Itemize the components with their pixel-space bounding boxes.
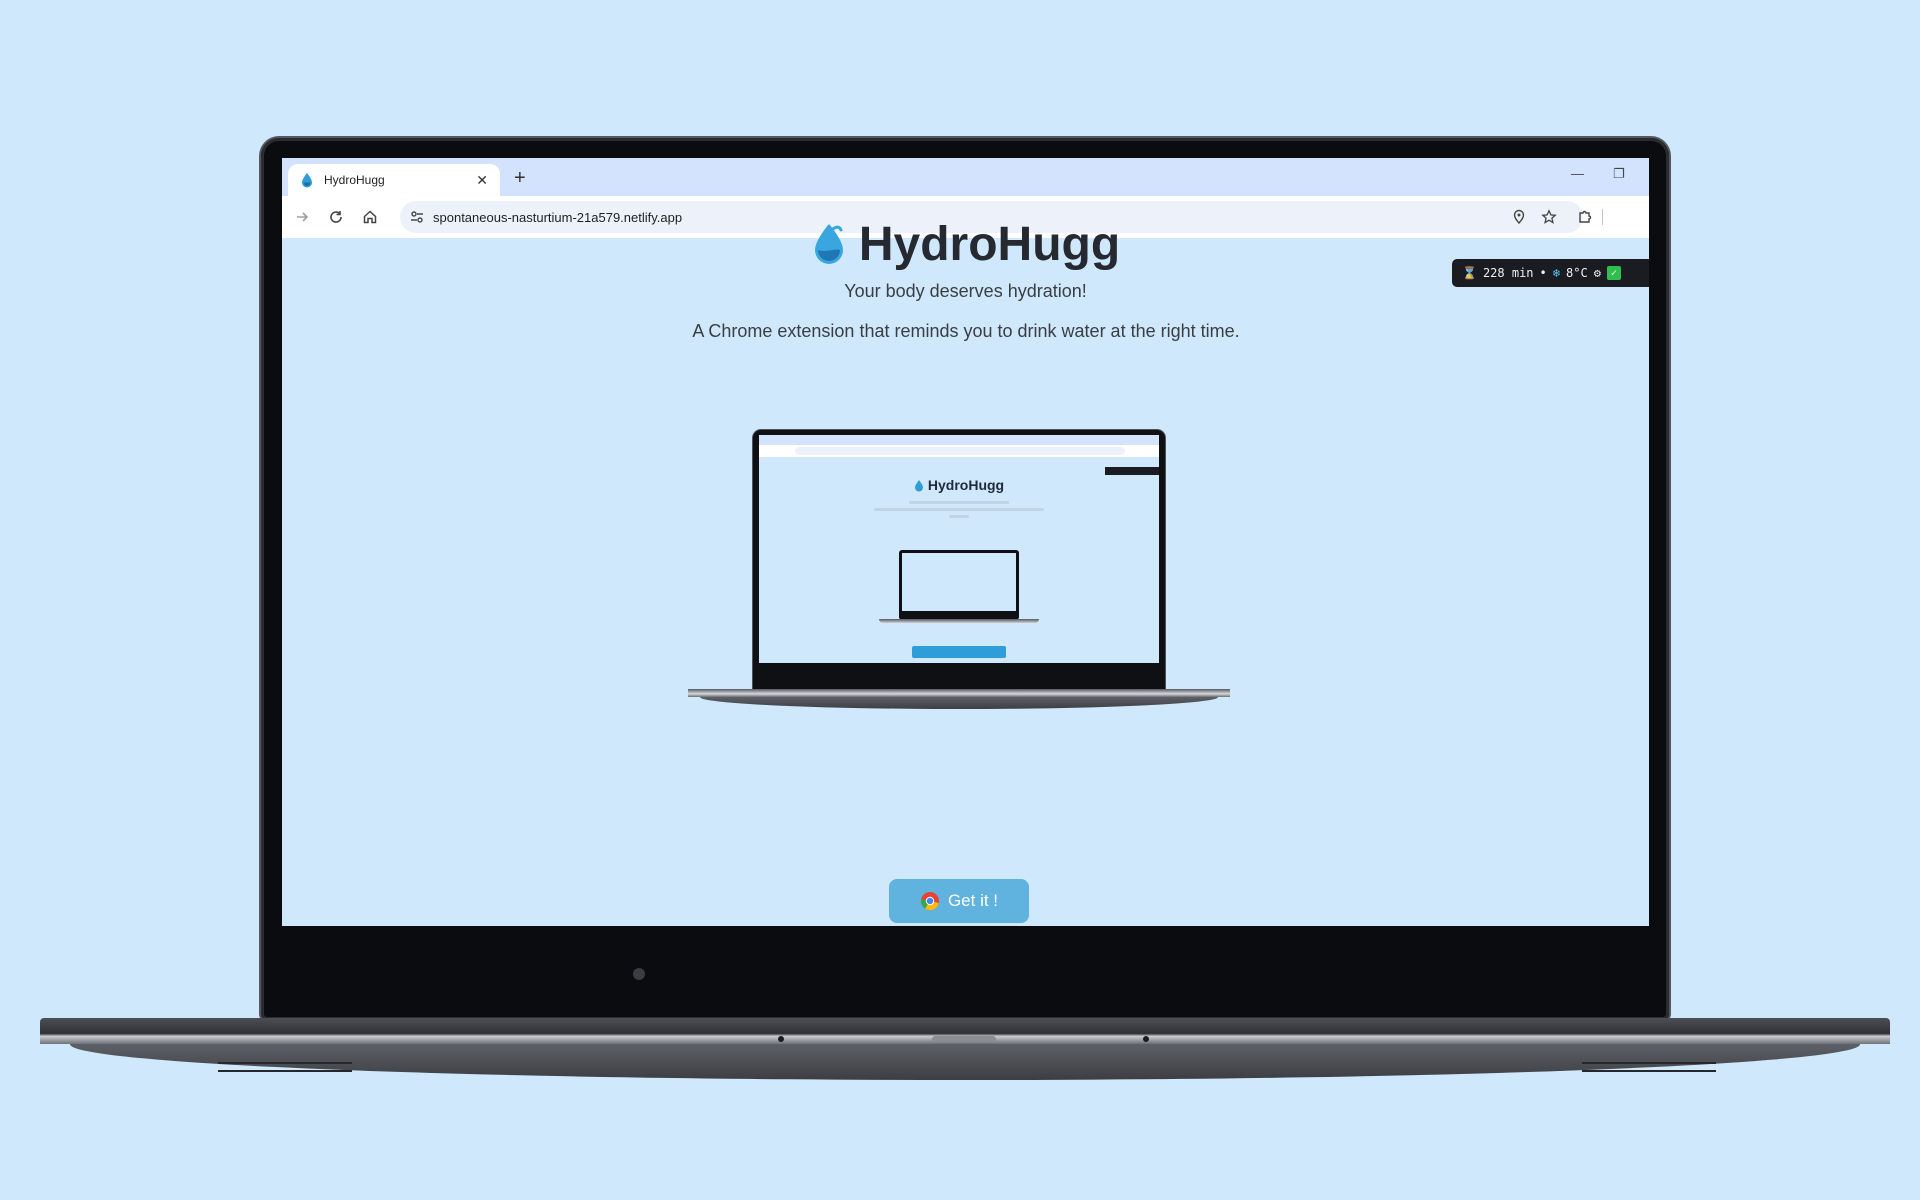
preview-tab-bar [759,435,1159,445]
new-tab-button[interactable]: + [514,167,526,190]
get-it-label: Get it ! [947,891,999,910]
base-dot-left [778,1036,784,1042]
water-drop-icon [302,173,312,188]
hinge-notch [932,1036,996,1042]
get-it-button[interactable]: Get it ! [889,879,1029,923]
chrome-icon [920,892,939,911]
preview-text-line [949,515,969,518]
minimize-icon[interactable]: — [1571,166,1584,181]
page-title: HydroHugg [858,217,1121,271]
preview-inner-screen [902,553,1016,611]
preview-screenshot: HydroHugg [759,435,1159,663]
water-drop-icon [914,479,923,491]
preview-text-line [909,501,1009,504]
restore-icon[interactable]: ❐ [1613,166,1625,182]
vent-right [1582,1062,1716,1072]
preview-address-bar [795,447,1125,455]
webcam-icon [633,968,645,980]
tab-hydrohugg[interactable]: HydroHugg ✕ [288,164,500,196]
preview-cta-button [912,646,1006,658]
water-drop-icon [814,224,843,264]
preview-title: HydroHugg [927,477,1005,493]
preview-inner-base [879,619,1039,623]
preview-extension-widget [1105,467,1159,475]
preview-laptop-foot [700,697,1218,709]
preview-toolbar [759,445,1159,457]
hero-header: HydroHugg [282,216,1649,272]
tab-bar: HydroHugg ✕ + — ❐ [282,158,1649,196]
vent-left [218,1062,352,1072]
preview-laptop-base [688,689,1230,697]
base-dot-right [1143,1036,1149,1042]
page-description: A Chrome extension that reminds you to d… [692,321,1240,341]
close-tab-icon[interactable]: ✕ [476,172,488,189]
page-subtitle: Your body deserves hydration! [844,281,1087,301]
browser-window: HydroHugg ✕ + — ❐ spontaneous-nasturtium… [282,158,1649,926]
preview-header: HydroHugg [759,477,1159,493]
tab-title: HydroHugg [324,173,385,187]
preview-text-line [874,508,1044,511]
